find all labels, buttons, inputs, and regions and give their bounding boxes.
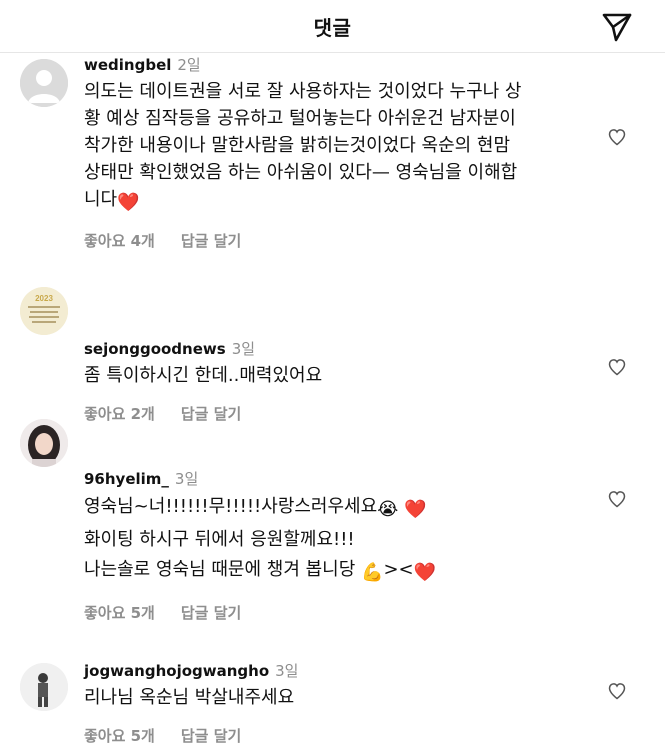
- header: 댓글: [0, 0, 665, 53]
- username[interactable]: wedingbel: [84, 56, 171, 74]
- default-avatar-icon: [20, 59, 68, 107]
- comment-line: 착가한 내용이나 말한사람을 밝히는것이었다 옥순의 현맘: [84, 135, 511, 156]
- comment-actions: 좋아요 5개 답글 달기: [84, 725, 603, 746]
- reply-button[interactable]: 답글 달기: [181, 727, 241, 745]
- comment-line: 나는솔로 영숙님 때문에 챙겨 봅니당: [84, 559, 356, 580]
- comment-tail-text: ><: [383, 559, 414, 580]
- comment-meta: wedingbel 2일: [84, 55, 603, 75]
- avatar-image: [20, 419, 68, 467]
- comment-text: 리나님 옥순님 박살내주세요: [84, 684, 603, 711]
- comment-line: 영숙님~너!!!!!!무!!!!!사랑스러우세요: [84, 496, 378, 517]
- comment-meta: jogwanghojogwangho 3일: [84, 661, 603, 681]
- heart-outline-icon[interactable]: [607, 489, 627, 509]
- avatar-year-text: 2023: [35, 294, 53, 303]
- flexed-biceps-emoji: 💪: [361, 562, 384, 583]
- comment-line: 의도는 데이트권을 서로 잘 사용하자는 것이었다 누구나 상: [84, 81, 522, 102]
- comment-text: 영숙님~너!!!!!!무!!!!!사랑스러우세요😭 ❤️ 화이팅 하시구 뒤에서…: [84, 492, 603, 588]
- comment-time: 3일: [174, 470, 199, 488]
- comment-actions: 좋아요 2개 답글 달기: [84, 403, 603, 424]
- comment-body: wedingbel 2일 의도는 데이트권을 서로 잘 사용하자는 것이었다 누구…: [84, 55, 603, 251]
- reply-button[interactable]: 답글 달기: [181, 604, 241, 622]
- comment-actions: 좋아요 4개 답글 달기: [84, 230, 603, 251]
- comment-time: 3일: [231, 340, 256, 358]
- comment-line: 화이팅 하시구 뒤에서 응원할께요!!!: [84, 529, 355, 550]
- comment-line: 상태만 확인했었음 하는 아쉬움이 있다— 영숙님을 이해합: [84, 162, 518, 183]
- reply-button[interactable]: 답글 달기: [181, 232, 241, 250]
- comment-text: 좀 특이하시긴 한데..매력있어요: [84, 362, 603, 389]
- avatar-image: 2023: [20, 287, 68, 335]
- avatar[interactable]: [20, 59, 68, 107]
- comment-body: sejonggoodnews 3일 좀 특이하시긴 한데..매력있어요 좋아요 2…: [84, 339, 603, 424]
- comment-body: jogwanghojogwangho 3일 리나님 옥순님 박살내주세요 좋아요 …: [84, 661, 603, 746]
- comment-line-1: 영숙님~너!!!!!!무!!!!!사랑스러우세요😭 ❤️: [84, 492, 603, 525]
- comment-line: 리나님 옥순님 박살내주세요: [84, 687, 295, 708]
- crying-face-heart-emoji: 😭 ❤️: [377, 499, 427, 520]
- comment-line-3: 나는솔로 영숙님 때문에 챙겨 봅니당 💪><❤️: [84, 555, 603, 588]
- comment-time: 3일: [275, 662, 299, 680]
- comment-line: 황 예상 짐작등을 공유하고 털어놓는다 아쉬운건 남자분이: [84, 108, 516, 129]
- avatar-image: [20, 663, 68, 711]
- avatar[interactable]: [20, 663, 68, 711]
- heart-outline-icon[interactable]: [607, 357, 627, 377]
- comment-line: 좀 특이하시긴 한데..매력있어요: [84, 365, 323, 386]
- like-count[interactable]: 좋아요 4개: [84, 232, 155, 250]
- reply-button[interactable]: 답글 달기: [181, 405, 241, 423]
- red-heart-emoji: ❤️: [413, 562, 437, 583]
- red-heart-emoji: ❤️: [117, 192, 140, 213]
- comment-meta: sejonggoodnews 3일: [84, 339, 603, 359]
- username[interactable]: jogwanghojogwangho: [84, 662, 269, 680]
- username[interactable]: 96hyelim_: [84, 470, 169, 488]
- page-title: 댓글: [313, 15, 352, 40]
- comment-meta: 96hyelim_ 3일: [84, 469, 603, 489]
- like-count[interactable]: 좋아요 5개: [84, 604, 155, 622]
- avatar[interactable]: 2023: [20, 287, 68, 335]
- avatar[interactable]: [20, 419, 68, 467]
- comment-time: 2일: [177, 56, 201, 74]
- comment-line: 니다: [84, 189, 118, 210]
- heart-outline-icon[interactable]: [607, 681, 627, 701]
- comment-actions: 좋아요 5개 답글 달기: [84, 602, 603, 623]
- comment-text: 의도는 데이트권을 서로 잘 사용하자는 것이었다 누구나 상 황 예상 짐작등…: [84, 78, 603, 216]
- like-count[interactable]: 좋아요 5개: [84, 727, 155, 745]
- username[interactable]: sejonggoodnews: [84, 340, 226, 358]
- paper-plane-icon[interactable]: [599, 9, 635, 45]
- like-count[interactable]: 좋아요 2개: [84, 405, 155, 423]
- comment-line-last: 니다❤️: [84, 186, 603, 216]
- comment-body: 96hyelim_ 3일 영숙님~너!!!!!!무!!!!!사랑스러우세요😭 ❤️…: [84, 469, 603, 623]
- heart-outline-icon[interactable]: [607, 127, 627, 147]
